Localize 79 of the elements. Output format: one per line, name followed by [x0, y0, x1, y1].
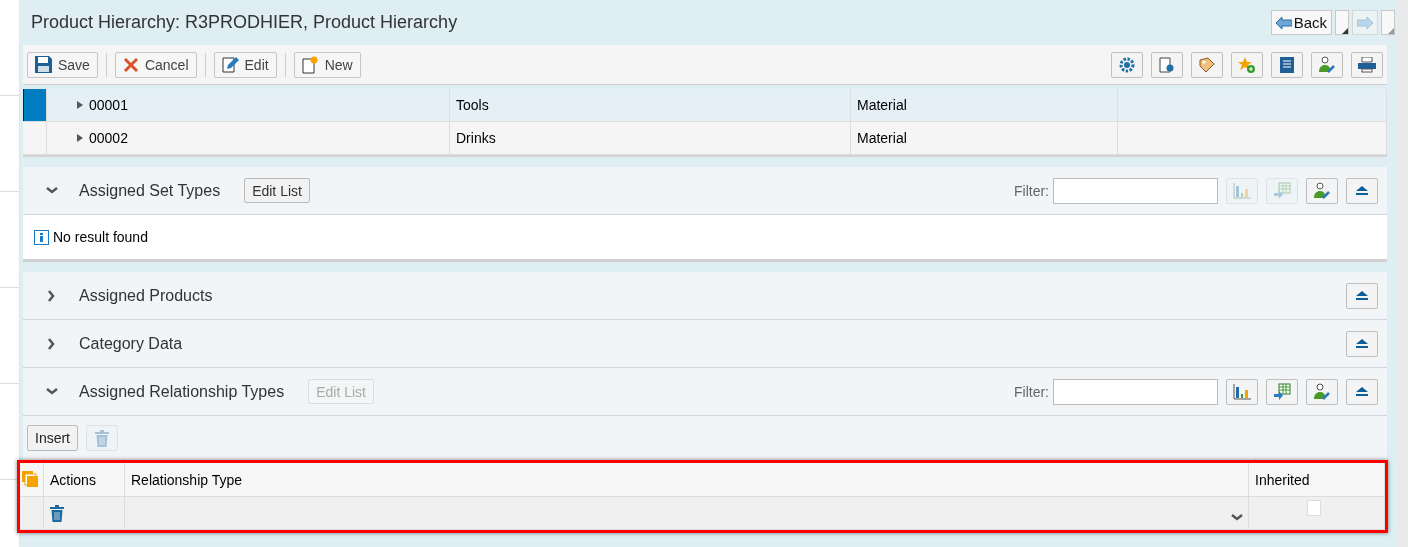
- column-header[interactable]: Actions: [50, 471, 96, 488]
- table-cell: 00002: [89, 130, 128, 146]
- edit-button[interactable]: Edit: [213, 51, 277, 78]
- settings-icon: [1119, 56, 1135, 73]
- tag-button[interactable]: [1191, 51, 1223, 78]
- star-add-icon: [1238, 56, 1256, 73]
- column-header[interactable]: Relationship Type: [131, 471, 243, 488]
- collapse-button[interactable]: [1346, 330, 1378, 357]
- table-export-icon: [1273, 182, 1291, 199]
- export-button[interactable]: [1266, 378, 1298, 405]
- table-cell: Tools: [456, 97, 489, 113]
- page-gear-icon: [1159, 56, 1175, 73]
- trash-icon: [50, 504, 64, 522]
- cancel-button[interactable]: Cancel: [114, 51, 197, 78]
- bar-chart-icon: [1233, 182, 1251, 199]
- back-button[interactable]: Back: [1270, 10, 1332, 35]
- pencil-document-icon: [221, 56, 239, 73]
- personalize-button[interactable]: [1306, 378, 1338, 405]
- filter-label: Filter:: [1014, 182, 1049, 199]
- collapse-icon: [1356, 338, 1368, 349]
- collapse-caret-icon[interactable]: [45, 386, 59, 397]
- print-button[interactable]: [1351, 51, 1383, 78]
- user-wrench-icon: [1313, 383, 1331, 400]
- page-title: Product Hierarchy: R3PRODHIER, Product Hierarchy: [31, 12, 458, 33]
- page-settings-button[interactable]: [1151, 51, 1183, 78]
- section-title: Assigned Set Types: [79, 181, 221, 200]
- inherited-checkbox[interactable]: [1307, 500, 1321, 516]
- print-icon: [1358, 56, 1376, 73]
- edit-list-button[interactable]: Edit List: [244, 178, 310, 203]
- favorite-button[interactable]: [1231, 51, 1263, 78]
- personalize-button[interactable]: [1311, 51, 1343, 78]
- info-icon: [34, 229, 49, 245]
- column-header[interactable]: Inherited: [1255, 471, 1310, 488]
- user-wrench-icon: [1318, 56, 1336, 73]
- expand-arrow-icon[interactable]: [77, 101, 83, 109]
- arrow-right-icon: [1357, 16, 1373, 29]
- table-cell: Drinks: [456, 130, 496, 146]
- empty-message: No result found: [53, 229, 148, 245]
- save-icon: [35, 56, 52, 73]
- collapse-caret-icon[interactable]: [45, 185, 59, 196]
- settings-button[interactable]: [1111, 51, 1143, 78]
- collapse-icon: [1356, 386, 1368, 397]
- new-button[interactable]: New: [293, 51, 361, 78]
- dropdown-caret-icon[interactable]: [1230, 513, 1244, 523]
- table-cell: 00001: [89, 97, 128, 113]
- user-wrench-icon: [1313, 182, 1331, 199]
- tag-icon: [1199, 56, 1215, 73]
- filter-label: Filter:: [1014, 383, 1049, 400]
- filter-field[interactable]: [1053, 177, 1218, 204]
- arrow-left-icon: [1275, 16, 1292, 29]
- corner-icon: [1388, 28, 1394, 34]
- row-selector[interactable]: [23, 89, 47, 121]
- corner-icon: [1342, 28, 1348, 34]
- filter-field[interactable]: [1053, 378, 1218, 405]
- close-icon: [122, 56, 139, 73]
- dropdown-button[interactable]: [1335, 10, 1349, 35]
- expand-caret-icon[interactable]: [47, 288, 57, 303]
- insert-button[interactable]: Insert: [27, 425, 78, 451]
- personalize-button[interactable]: [1306, 177, 1338, 204]
- collapse-button[interactable]: [1346, 378, 1378, 405]
- new-document-icon: [301, 55, 319, 74]
- trash-icon: [95, 429, 109, 447]
- expand-caret-icon[interactable]: [47, 336, 57, 351]
- save-button[interactable]: Save: [27, 51, 98, 78]
- collapse-icon: [1356, 290, 1368, 301]
- section-title: Assigned Relationship Types: [79, 382, 285, 401]
- document-icon: [1280, 56, 1294, 73]
- table-cell: Material: [857, 97, 907, 113]
- chart-button[interactable]: [1226, 378, 1258, 405]
- section-title: Category Data: [79, 334, 183, 353]
- collapse-icon: [1356, 185, 1368, 196]
- table-cell: Material: [857, 130, 907, 146]
- collapse-button[interactable]: [1346, 282, 1378, 309]
- notes-button[interactable]: [1271, 51, 1303, 78]
- table-export-icon: [1273, 383, 1291, 400]
- collapse-button[interactable]: [1346, 177, 1378, 204]
- expand-arrow-icon[interactable]: [77, 134, 83, 142]
- section-title: Assigned Products: [79, 286, 213, 305]
- bar-chart-icon: [1233, 383, 1251, 400]
